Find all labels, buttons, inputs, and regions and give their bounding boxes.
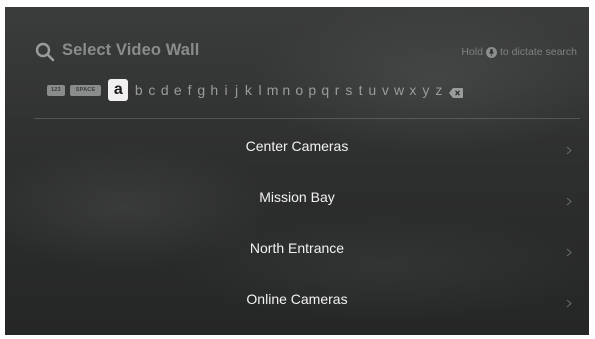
- chevron-right-icon: [566, 295, 572, 308]
- microphone-icon: [485, 46, 497, 58]
- list-item-center-cameras[interactable]: Center Cameras: [5, 120, 589, 171]
- key-w[interactable]: w: [392, 79, 407, 101]
- key-g[interactable]: g: [195, 79, 208, 101]
- tv-screen: Select Video Wall Hold to dictate search…: [5, 7, 589, 335]
- key-o[interactable]: o: [293, 79, 306, 101]
- list-item-north-entrance[interactable]: North Entrance: [5, 222, 589, 273]
- key-y[interactable]: y: [419, 79, 432, 101]
- search-icon: [35, 42, 55, 62]
- key-i[interactable]: i: [221, 79, 232, 101]
- key-c[interactable]: c: [145, 79, 158, 101]
- key-f[interactable]: f: [184, 79, 195, 101]
- key-r[interactable]: r: [332, 79, 343, 101]
- divider: [34, 118, 580, 119]
- dictate-suffix: to dictate search: [499, 46, 577, 58]
- list-item-label: North Entrance: [249, 240, 345, 256]
- key-n[interactable]: n: [280, 79, 293, 101]
- key-q[interactable]: q: [319, 79, 332, 101]
- dictate-prefix: Hold: [461, 46, 483, 58]
- chevron-right-icon: [566, 193, 572, 206]
- space-key[interactable]: SPACE: [69, 84, 102, 96]
- list-item-online-cameras[interactable]: Online Cameras: [5, 273, 589, 324]
- key-d[interactable]: d: [158, 79, 171, 101]
- key-m[interactable]: m: [265, 79, 280, 101]
- key-u[interactable]: u: [366, 79, 379, 101]
- key-p[interactable]: p: [306, 79, 319, 101]
- key-j[interactable]: j: [231, 79, 242, 101]
- search-title: Select Video Wall: [62, 41, 200, 59]
- key-v[interactable]: v: [379, 79, 392, 101]
- key-a[interactable]: a: [108, 79, 129, 101]
- key-t[interactable]: t: [355, 79, 366, 101]
- chevron-right-icon: [566, 244, 572, 257]
- results-list: Center Cameras Mission Bay North Entranc…: [5, 120, 589, 324]
- key-l[interactable]: l: [255, 79, 266, 101]
- dictate-hint: Hold to dictate search: [461, 46, 577, 58]
- key-x[interactable]: x: [406, 79, 419, 101]
- key-e[interactable]: e: [171, 79, 184, 101]
- list-item-label: Online Cameras: [246, 291, 348, 307]
- key-h[interactable]: h: [208, 79, 221, 101]
- chevron-right-icon: [566, 142, 572, 155]
- on-screen-keyboard: 123 SPACE a b c d e f g h i j k l m n o …: [47, 79, 464, 101]
- key-b[interactable]: b: [132, 79, 145, 101]
- list-item-label: Center Cameras: [245, 138, 349, 154]
- key-s[interactable]: s: [342, 79, 355, 101]
- delete-backspace-icon[interactable]: [449, 85, 464, 98]
- key-z[interactable]: z: [432, 79, 445, 101]
- list-item-mission-bay[interactable]: Mission Bay: [5, 171, 589, 222]
- key-k[interactable]: k: [242, 79, 255, 101]
- search-bar[interactable]: Select Video Wall Hold to dictate search: [35, 40, 577, 66]
- numbers-key[interactable]: 123: [47, 84, 65, 96]
- list-item-label: Mission Bay: [259, 189, 335, 205]
